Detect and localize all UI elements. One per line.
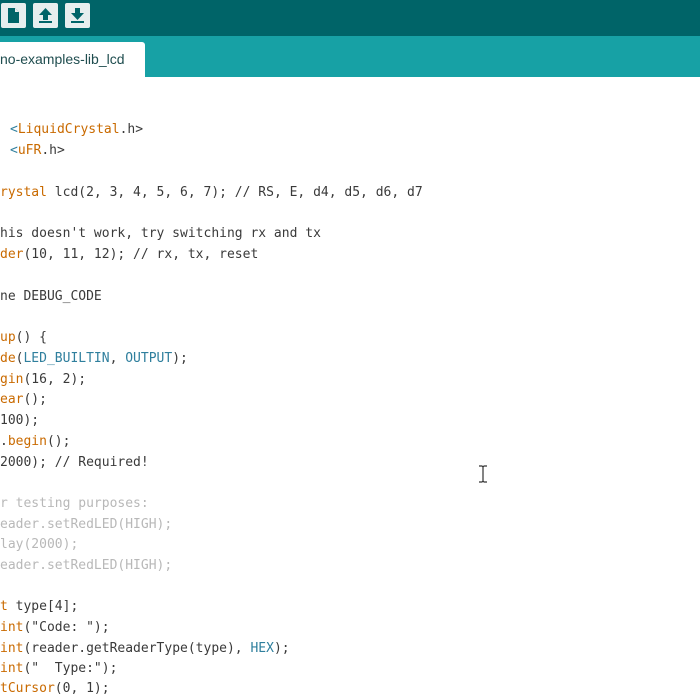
- open-button[interactable]: [33, 3, 58, 28]
- new-file-button[interactable]: [1, 3, 26, 28]
- code-line: eader.setRedLED(HIGH);: [0, 517, 173, 532]
- text-cursor-icon: [479, 465, 487, 483]
- code-editor[interactable]: <LiquidCrystal.h> <uFR.h> rystal lcd(2, …: [0, 77, 700, 700]
- code-line: 100);: [0, 413, 40, 428]
- upload-arrow-icon: [39, 8, 52, 23]
- code-line: ne DEBUG_CODE: [0, 289, 102, 304]
- code-line: rystal lcd(2, 3, 4, 5, 6, 7); // RS, E, …: [0, 185, 423, 200]
- code-line: lay(2000);: [0, 537, 79, 552]
- save-button[interactable]: [65, 3, 90, 28]
- code-line: gin(16, 2);: [0, 372, 87, 387]
- code-line: int("Code: ");: [0, 620, 110, 635]
- code-line: 2000); // Required!: [0, 455, 149, 470]
- toolbar: [0, 0, 700, 36]
- code-line: ear();: [0, 392, 47, 407]
- code-line: der(10, 11, 12); // rx, tx, reset: [0, 247, 259, 262]
- code-line: r testing purposes:: [0, 496, 149, 511]
- code-line: int(" Type:");: [0, 661, 118, 676]
- new-file-icon: [8, 8, 19, 23]
- download-arrow-icon: [71, 8, 84, 23]
- tab-label: no-examples-lib_lcd: [0, 51, 125, 67]
- code-line: eader.setRedLED(HIGH);: [0, 558, 173, 573]
- code-line: tCursor(0, 1);: [0, 681, 110, 696]
- tab-sketch[interactable]: no-examples-lib_lcd: [0, 42, 145, 77]
- code-line: his doesn't work, try switching rx and t…: [0, 226, 321, 241]
- code-line: de(LED_BUILTIN, OUTPUT);: [0, 351, 188, 366]
- code-line: t type[4];: [0, 599, 79, 614]
- code-line: <LiquidCrystal.h>: [10, 122, 144, 137]
- code-line: up() {: [0, 330, 47, 345]
- code-line: int(reader.getReaderType(type), HEX);: [0, 641, 290, 656]
- code-line: <uFR.h>: [10, 143, 65, 158]
- tab-bar: no-examples-lib_lcd: [0, 36, 700, 77]
- code-line: .begin();: [0, 434, 71, 449]
